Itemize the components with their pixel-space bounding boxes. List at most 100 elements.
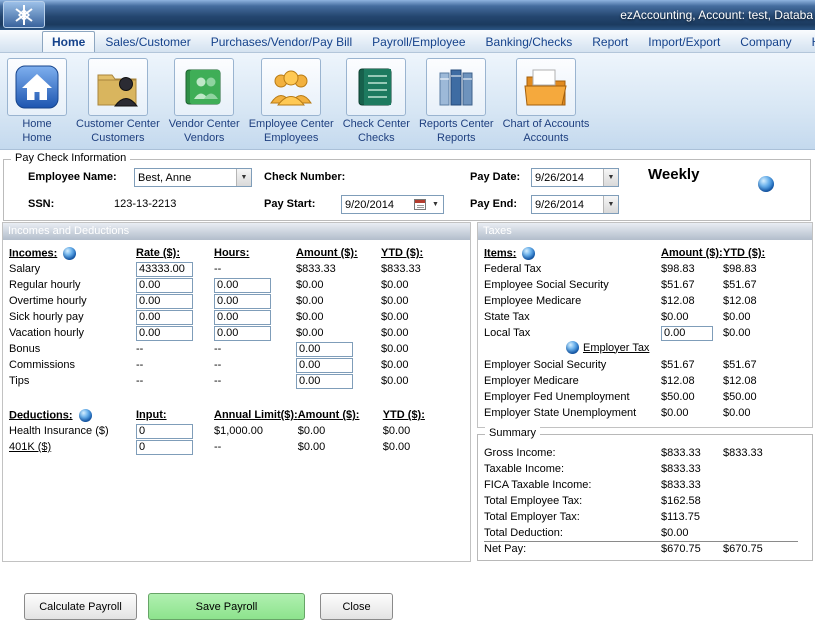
help-globe-icon[interactable] xyxy=(79,409,92,422)
help-globe-icon[interactable] xyxy=(522,247,535,260)
chevron-down-icon: ▼ xyxy=(428,196,443,213)
toolbar-item-title: Employee Center xyxy=(249,118,334,130)
save-payroll-button[interactable]: Save Payroll xyxy=(148,593,305,620)
sick-hourly-rate-input[interactable] xyxy=(136,310,193,325)
income-hours: -- xyxy=(214,261,296,277)
amount-column-header: Amount ($): xyxy=(298,407,383,423)
tab-report[interactable]: Report xyxy=(582,31,638,52)
deduction-ytd: $0.00 xyxy=(383,423,463,439)
k401-input[interactable] xyxy=(136,440,193,455)
sick-hourly-hours-input[interactable] xyxy=(214,310,271,325)
income-row-sick-hourly-pay: Sick hourly pay $0.00 $0.00 xyxy=(9,309,461,325)
income-row-overtime-hourly: Overtime hourly $0.00 $0.00 xyxy=(9,293,461,309)
income-ytd: $0.00 xyxy=(381,309,461,325)
tax-ytd: $51.67 xyxy=(723,277,798,293)
pay-end-label: Pay End: xyxy=(470,198,517,210)
health-insurance-input[interactable] xyxy=(136,424,193,439)
menu-bar: Home Sales/Customer Purchases/Vendor/Pay… xyxy=(0,30,815,53)
hours-column-header: Hours: xyxy=(214,245,296,261)
tab-payroll-employee[interactable]: Payroll/Employee xyxy=(362,31,475,52)
income-label: Commissions xyxy=(9,357,136,373)
toolbar-item-chart-of-accounts[interactable]: Chart of Accounts Accounts xyxy=(503,58,590,144)
summary-row-total-employer-tax: Total Employer Tax: $113.75 xyxy=(484,509,798,525)
summary-row-total-deduction: Total Deduction: $0.00 xyxy=(484,525,798,541)
summary-label: Total Deduction: xyxy=(484,525,661,541)
tax-row-employer-state-unemployment: Employer State Unemployment $0.00 $0.00 xyxy=(484,405,798,421)
help-globe-icon[interactable] xyxy=(758,176,774,192)
tab-home[interactable]: Home xyxy=(42,31,95,52)
pay-start-datepicker[interactable]: 9/20/2014 ▼ xyxy=(341,195,444,214)
tax-ytd: $51.67 xyxy=(723,357,798,373)
pay-date-select[interactable]: 9/26/2014 ▼ xyxy=(531,168,619,187)
close-button[interactable]: Close xyxy=(320,593,393,620)
summary-label: Total Employee Tax: xyxy=(484,493,661,509)
overtime-hourly-hours-input[interactable] xyxy=(214,294,271,309)
summary-ytd: $833.33 xyxy=(723,445,798,461)
toolbar-item-subtitle: Checks xyxy=(358,132,395,144)
toolbar-item-subtitle: Reports xyxy=(437,132,476,144)
toolbar-item-title: Reports Center xyxy=(419,118,494,130)
vacation-hourly-hours-input[interactable] xyxy=(214,326,271,341)
income-ytd: $0.00 xyxy=(381,325,461,341)
bonus-amount-input[interactable] xyxy=(296,342,353,357)
ezaccounting-logo-icon[interactable] xyxy=(3,1,45,28)
toolbar-item-subtitle: Vendors xyxy=(184,132,224,144)
summary-value: $833.33 xyxy=(661,477,723,493)
vacation-hourly-rate-input[interactable] xyxy=(136,326,193,341)
tab-company[interactable]: Company xyxy=(730,31,801,52)
incomes-table: Incomes: Rate ($): Hours: Amount ($): YT… xyxy=(9,245,461,389)
toolbar-item-check-center[interactable]: Check Center Checks xyxy=(343,58,410,144)
income-row-regular-hourly: Regular hourly $0.00 $0.00 xyxy=(9,277,461,293)
toolbar: Home Home Customer Center Customers xyxy=(0,53,815,150)
tax-row-employer-fed-unemployment: Employer Fed Unemployment $50.00 $50.00 xyxy=(484,389,798,405)
regular-hourly-hours-input[interactable] xyxy=(214,278,271,293)
summary-value: $113.75 xyxy=(661,509,723,525)
salary-rate-input[interactable] xyxy=(136,262,193,277)
toolbar-item-title: Vendor Center xyxy=(169,118,240,130)
window-title: ezAccounting, Account: test, Databa xyxy=(620,8,813,22)
summary-legend: Summary xyxy=(485,427,540,439)
tab-import-export[interactable]: Import/Export xyxy=(638,31,730,52)
toolbar-item-home[interactable]: Home Home xyxy=(7,58,67,144)
deduction-annual-limit: -- xyxy=(214,439,298,455)
pay-end-value: 9/26/2014 xyxy=(532,199,603,211)
help-globe-icon[interactable] xyxy=(566,341,579,354)
calendar-icon xyxy=(414,199,426,210)
tax-ytd: $0.00 xyxy=(723,405,798,421)
tab-banking-checks[interactable]: Banking/Checks xyxy=(476,31,583,52)
tips-amount-input[interactable] xyxy=(296,374,353,389)
regular-hourly-rate-input[interactable] xyxy=(136,278,193,293)
income-label: Vacation hourly xyxy=(9,325,136,341)
tab-help[interactable]: Help xyxy=(802,31,815,52)
summary-panel: Summary Gross Income: $833.33 $833.33 Ta… xyxy=(477,434,813,561)
commissions-amount-input[interactable] xyxy=(296,358,353,373)
toolbar-item-employee-center[interactable]: Employee Center Employees xyxy=(249,58,334,144)
tab-purchases-vendor-pay-bill[interactable]: Purchases/Vendor/Pay Bill xyxy=(201,31,362,52)
toolbar-item-reports-center[interactable]: Reports Center Reports xyxy=(419,58,494,144)
employee-name-select[interactable]: Best, Anne ▼ xyxy=(134,168,252,187)
taxes-panel: Taxes Items: Amount ($): YTD ($): Federa… xyxy=(477,222,813,428)
toolbar-item-subtitle: Accounts xyxy=(523,132,568,144)
help-globe-icon[interactable] xyxy=(63,247,76,260)
amount-column-header: Amount ($): xyxy=(661,245,723,261)
toolbar-item-vendor-center[interactable]: Vendor Center Vendors xyxy=(169,58,240,144)
summary-table: Gross Income: $833.33 $833.33 Taxable In… xyxy=(484,445,798,557)
summary-value: $162.58 xyxy=(661,493,723,509)
pay-end-select[interactable]: 9/26/2014 ▼ xyxy=(531,195,619,214)
check-number-input[interactable] xyxy=(356,168,451,186)
summary-row-taxable-income: Taxable Income: $833.33 xyxy=(484,461,798,477)
tax-amount: $51.67 xyxy=(661,357,723,373)
deductions-section-label: Deductions: xyxy=(9,409,73,421)
income-label: Bonus xyxy=(9,341,136,357)
income-ytd: $0.00 xyxy=(381,341,461,357)
income-ytd: $0.00 xyxy=(381,373,461,389)
tax-ytd: $12.08 xyxy=(723,293,798,309)
summary-label: FICA Taxable Income: xyxy=(484,477,661,493)
employee-center-icon xyxy=(261,58,321,116)
overtime-hourly-rate-input[interactable] xyxy=(136,294,193,309)
tax-amount: $98.83 xyxy=(661,261,723,277)
toolbar-item-customer-center[interactable]: Customer Center Customers xyxy=(76,58,160,144)
calculate-payroll-button[interactable]: Calculate Payroll xyxy=(24,593,137,620)
tab-sales-customer[interactable]: Sales/Customer xyxy=(95,31,200,52)
local-tax-input[interactable] xyxy=(661,326,713,341)
